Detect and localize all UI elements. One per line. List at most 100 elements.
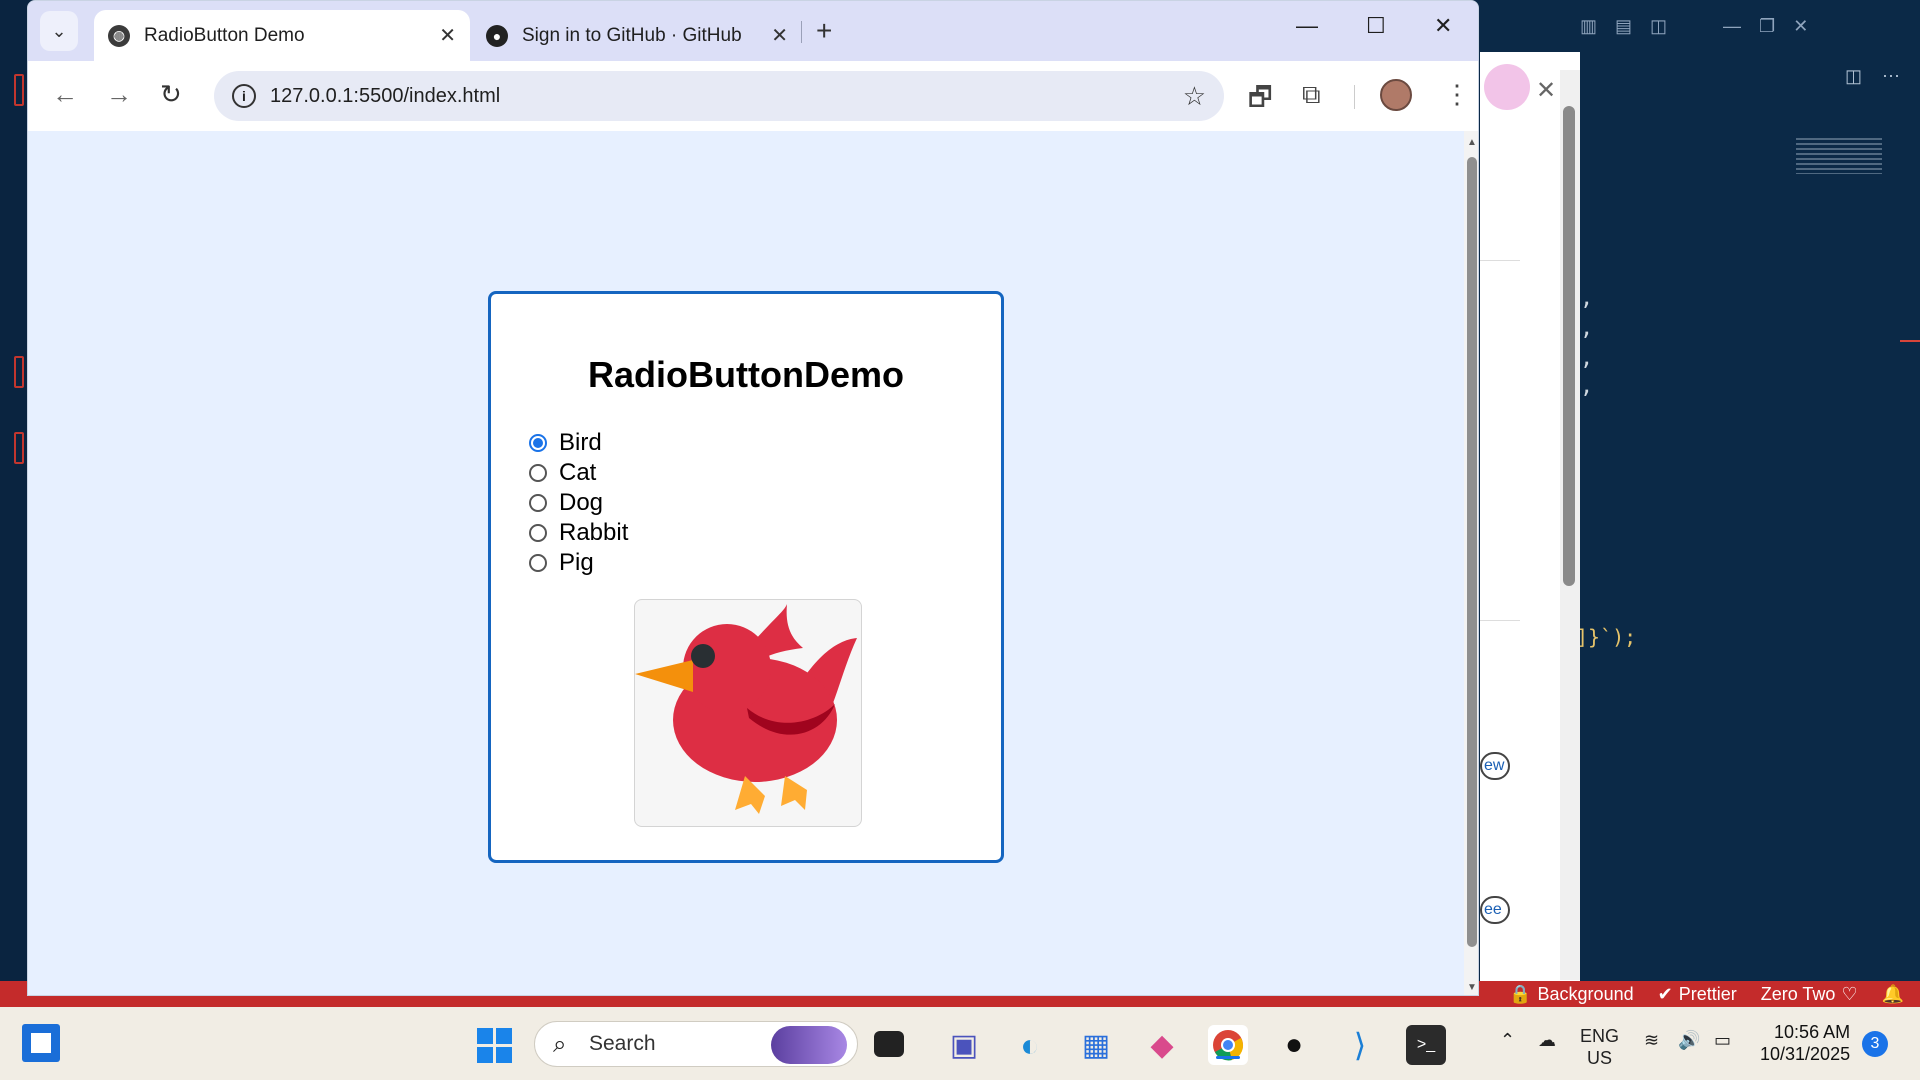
radio-option-pig[interactable]: Pig <box>529 548 628 578</box>
store-icon[interactable]: ▦ <box>1076 1025 1116 1065</box>
edge-icon[interactable]: ◐ <box>1010 1025 1050 1065</box>
radio-option-cat[interactable]: Cat <box>529 458 628 488</box>
panel-icon[interactable]: ▤ <box>1615 16 1632 37</box>
radio-option-rabbit[interactable]: Rabbit <box>529 518 628 548</box>
start-button[interactable] <box>474 1025 514 1065</box>
status-theme[interactable]: Zero Two ♡ <box>1761 984 1858 1005</box>
radio-group: Bird Cat Dog Rabbit Pig <box>529 428 628 578</box>
see-pill[interactable]: ee <box>1480 896 1510 924</box>
split-editor-icon[interactable]: ◫ <box>1845 66 1862 87</box>
widgets-icon[interactable] <box>22 1024 60 1062</box>
radio-option-dog[interactable]: Dog <box>529 488 628 518</box>
github-desktop-icon[interactable]: ● <box>1274 1025 1314 1065</box>
bell-icon[interactable]: 🔔 <box>1882 984 1904 1005</box>
close-tab-icon[interactable]: ✕ <box>771 23 788 48</box>
tab-github-signin[interactable]: ● Sign in to GitHub · GitHub ✕ <box>472 10 802 61</box>
activity-icon[interactable] <box>14 356 24 388</box>
lock-icon: 🔒 <box>1509 983 1532 1004</box>
windows-taskbar: ⌕ Search ▣ ◐ ▦ ◆ ● ⟩ >_ ⌃ ☁ ENG US ≋ 🔊 ▭… <box>0 1007 1920 1080</box>
close-tab-icon[interactable]: ✕ <box>439 23 456 48</box>
tab-title: Sign in to GitHub · GitHub <box>522 24 742 46</box>
scroll-up-icon[interactable]: ▲ <box>1467 137 1477 148</box>
minimize-button[interactable]: — <box>1296 13 1318 39</box>
forward-button[interactable]: → <box>106 79 132 110</box>
show-hidden-icons[interactable]: ⌃ <box>1500 1029 1515 1051</box>
scrollbar-thumb[interactable] <box>1563 106 1575 586</box>
radio-button[interactable] <box>529 554 547 572</box>
profile-avatar[interactable] <box>1380 79 1412 111</box>
radio-label: Dog <box>559 489 604 516</box>
chrome-taskbar-icon[interactable] <box>1208 1025 1248 1065</box>
close-window-button[interactable]: ✕ <box>1434 13 1452 39</box>
extensions-icon[interactable]: ⧉ <box>1302 79 1321 111</box>
vscode-title-controls: ▥ ▤ ◫ — ❐ ✕ <box>1480 0 1920 52</box>
code-line: ]}`); <box>1576 625 1637 649</box>
tab-radiobutton-demo[interactable]: ◍ RadioButton Demo ✕ <box>94 10 470 61</box>
volume-icon[interactable]: 🔊 <box>1678 1029 1700 1051</box>
battery-icon[interactable]: ▭ <box>1714 1029 1731 1051</box>
code-comma: , <box>1580 346 1594 371</box>
bookmark-star-icon[interactable]: ☆ <box>1183 81 1206 112</box>
info-icon[interactable]: i <box>232 84 256 108</box>
status-background[interactable]: 🔒 Background <box>1509 984 1634 1005</box>
minimap[interactable] <box>1796 138 1882 174</box>
menu-icon[interactable]: ⋮ <box>1444 79 1470 110</box>
radio-button[interactable] <box>529 434 547 452</box>
search-icon: ⌕ <box>553 1031 567 1058</box>
scroll-down-icon[interactable]: ▼ <box>1467 982 1477 993</box>
check-icon: ✔ <box>1657 983 1673 1004</box>
search-placeholder: Search <box>589 1032 656 1055</box>
activity-icon[interactable] <box>14 74 24 106</box>
pet-image <box>634 599 862 827</box>
layout-icon[interactable]: ▥ <box>1580 16 1597 37</box>
wifi-icon[interactable]: ≋ <box>1644 1029 1659 1051</box>
teams-icon[interactable]: ▣ <box>944 1025 984 1065</box>
radio-label: Bird <box>559 429 602 456</box>
sidebar-icon[interactable]: ◫ <box>1650 16 1667 37</box>
back-button[interactable]: ← <box>52 79 78 110</box>
translate-icon[interactable]: 🗗 <box>1248 79 1272 123</box>
page-scrollbar[interactable]: ▲ ▼ <box>1464 131 1478 995</box>
taskbar-search[interactable]: ⌕ Search <box>534 1021 858 1067</box>
radio-option-bird[interactable]: Bird <box>529 428 628 458</box>
radio-button[interactable] <box>529 524 547 542</box>
tab-strip: ⌄ ◍ RadioButton Demo ✕ ● Sign in to GitH… <box>28 1 1478 61</box>
globe-icon: ◍ <box>108 24 130 47</box>
language-indicator[interactable]: ENG US <box>1580 1025 1619 1069</box>
scrollbar-thumb[interactable] <box>1467 157 1477 947</box>
more-icon[interactable]: ⋯ <box>1882 66 1900 87</box>
radio-button[interactable] <box>529 494 547 512</box>
view-pill[interactable]: ew <box>1480 752 1510 780</box>
restore-icon[interactable]: ❐ <box>1759 16 1775 37</box>
new-tab-button[interactable]: + <box>816 15 832 47</box>
radio-button[interactable] <box>529 464 547 482</box>
code-comma: , <box>1580 374 1594 399</box>
windows-logo-icon <box>476 1027 512 1063</box>
divider <box>1480 260 1520 261</box>
side-panel-scrollbar[interactable] <box>1560 70 1580 980</box>
close-icon[interactable]: ✕ <box>1793 16 1808 37</box>
close-icon[interactable]: ✕ <box>1536 76 1556 105</box>
terminal-icon[interactable]: >_ <box>1406 1025 1446 1065</box>
onedrive-icon[interactable]: ☁ <box>1538 1029 1556 1051</box>
maximize-button[interactable]: ☐ <box>1366 13 1386 39</box>
task-view-icon[interactable] <box>874 1031 904 1057</box>
pinned-app-icon[interactable]: ◆ <box>1142 1025 1182 1065</box>
minimize-icon[interactable]: — <box>1723 16 1741 37</box>
system-clock[interactable]: 10:56 AM 10/31/2025 <box>1760 1021 1850 1065</box>
reload-button[interactable]: ↻ <box>160 79 182 110</box>
notification-badge[interactable]: 3 <box>1862 1031 1888 1057</box>
code-comma: , <box>1580 286 1594 311</box>
radio-label: Rabbit <box>559 519 629 546</box>
tab-divider <box>801 21 802 43</box>
tab-search-button[interactable]: ⌄ <box>40 11 78 51</box>
tab-title: RadioButton Demo <box>144 24 305 46</box>
browser-toolbar: ← → ↻ i 127.0.0.1:5500/index.html ☆ 🗗 ⧉ … <box>28 61 1478 131</box>
radio-label: Cat <box>559 459 597 486</box>
address-bar[interactable]: i 127.0.0.1:5500/index.html ☆ <box>214 71 1224 121</box>
vscode-icon[interactable]: ⟩ <box>1340 1025 1380 1065</box>
status-prettier[interactable]: ✔ Prettier <box>1658 984 1737 1005</box>
avatar[interactable] <box>1484 64 1530 110</box>
activity-icon[interactable] <box>14 432 24 464</box>
page-viewport: RadioButtonDemo Bird Cat Dog Rabbit Pig <box>28 131 1464 995</box>
